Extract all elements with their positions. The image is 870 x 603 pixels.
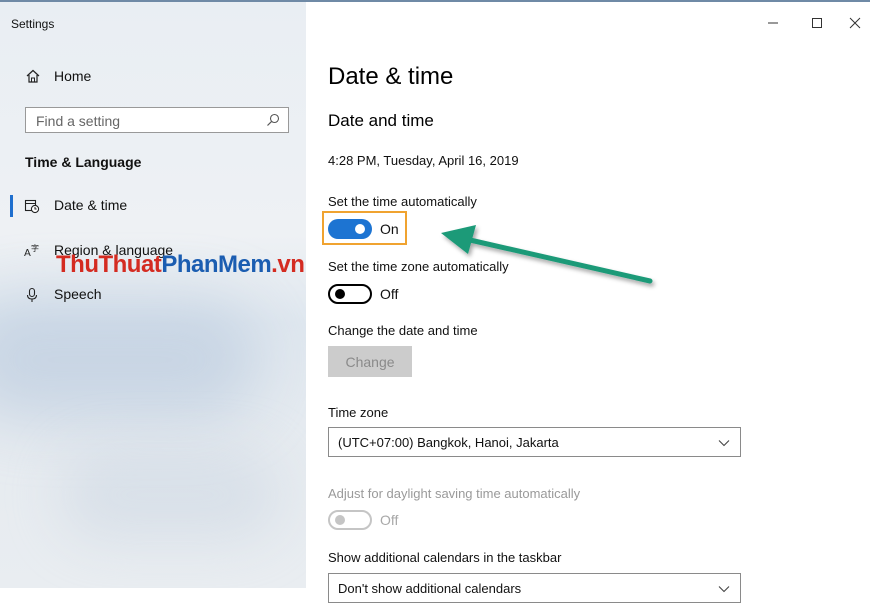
background-blur [0,300,260,420]
search-placeholder: Find a setting [36,113,121,129]
auto-timezone-toggle[interactable] [328,284,372,304]
toggle-knob [355,224,365,234]
sidebar-section-title: Time & Language [25,154,142,170]
microphone-icon [26,287,38,302]
timezone-select[interactable]: (UTC+07:00) Bangkok, Hanoi, Jakarta [328,427,741,457]
chevron-down-icon [718,440,730,447]
search-input[interactable]: Find a setting [25,107,289,133]
main-content: Date & time Date and time 4:28 PM, Tuesd… [306,0,870,603]
search-icon[interactable] [266,113,280,127]
chevron-down-icon [718,586,730,593]
svg-text:字: 字 [31,243,39,253]
section-title: Date and time [328,111,434,130]
toggle-knob [335,515,345,525]
sidebar-item-date-time[interactable]: Date & time [0,192,306,220]
watermark-logo: ThuThuatPhanMem.vn [56,251,305,278]
daylight-label: Adjust for daylight saving time automati… [328,486,581,501]
timezone-value: (UTC+07:00) Bangkok, Hanoi, Jakarta [338,435,559,450]
auto-time-label: Set the time automatically [328,194,477,209]
calendars-value: Don't show additional calendars [338,581,522,596]
daylight-toggle[interactable] [328,510,372,530]
change-button[interactable]: Change [328,346,412,377]
svg-text:A: A [24,248,31,259]
selection-indicator [10,195,13,217]
sidebar: Settings Home Find a setting Time & Lang… [0,0,306,588]
toggle-knob [335,289,345,299]
page-title: Date & time [328,63,454,90]
auto-time-state: On [380,221,399,237]
region-language-icon: A 字 [24,243,39,259]
toggle-track [328,219,372,239]
current-datetime: 4:28 PM, Tuesday, April 16, 2019 [328,153,519,168]
timezone-label: Time zone [328,405,389,420]
change-datetime-label: Change the date and time [328,323,478,338]
auto-timezone-label: Set the time zone automatically [328,259,509,274]
home-label: Home [54,68,92,84]
calendars-label: Show additional calendars in the taskbar [328,550,562,565]
window-title: Settings [11,17,55,31]
sidebar-item-label: Date & time [54,197,128,213]
daylight-state: Off [380,512,399,528]
home-icon [26,69,40,83]
auto-time-toggle[interactable] [328,219,372,239]
auto-timezone-state: Off [380,286,399,302]
change-button-label: Change [345,354,395,370]
sidebar-item-speech[interactable]: Speech [0,281,306,309]
date-time-icon [24,199,40,214]
background-blur [60,450,280,540]
calendars-select[interactable]: Don't show additional calendars [328,573,741,603]
sidebar-item-label: Speech [54,286,102,302]
home-nav-item[interactable]: Home [0,64,306,90]
